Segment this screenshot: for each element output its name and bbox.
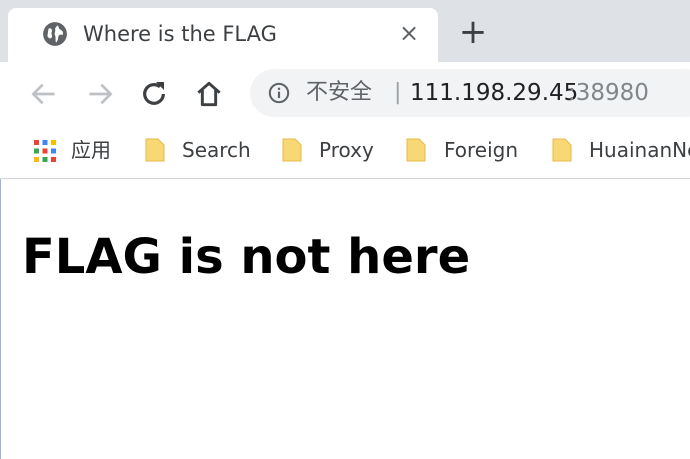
folder-icon [552, 138, 572, 162]
security-label: 不安全 [306, 80, 373, 105]
folder-icon [406, 138, 426, 162]
forward-icon[interactable] [84, 78, 116, 110]
page-heading: FLAG is not here [22, 229, 471, 285]
bookmark-label: Proxy [319, 138, 374, 162]
tab-title: Where is the FLAG [83, 22, 277, 46]
toolbar: 不安全 | 111.198.29.45 :38980 [0, 62, 690, 124]
active-tab[interactable]: Where is the FLAG × [8, 8, 438, 62]
folder-icon [282, 138, 302, 162]
globe-icon [43, 22, 67, 46]
home-icon[interactable] [193, 78, 225, 110]
tab-strip: Where is the FLAG × + [0, 0, 690, 62]
browser-window: Where is the FLAG × + 不安全 | 111.198.29.4… [0, 0, 690, 459]
tab-close-icon[interactable]: × [394, 18, 424, 48]
bookmarks-bar: 应用 Search Proxy Foreign HuainanNe [0, 124, 690, 179]
address-bar[interactable]: 不安全 | 111.198.29.45 :38980 [250, 69, 690, 117]
bookmark-proxy[interactable]: Proxy [280, 136, 390, 164]
bookmark-label: Search [182, 138, 251, 162]
back-icon[interactable] [28, 78, 60, 110]
apps-grid-icon [34, 140, 56, 162]
bookmark-search[interactable]: Search [143, 136, 263, 164]
bookmark-label: Foreign [444, 138, 519, 162]
bookmark-apps[interactable]: 应用 [33, 136, 123, 164]
info-icon[interactable] [268, 82, 290, 104]
new-tab-button[interactable]: + [456, 15, 490, 49]
url-host: 111.198.29.45 [410, 80, 579, 106]
bookmark-huainan[interactable]: HuainanNe [550, 136, 690, 164]
url-port: :38980 [568, 80, 649, 106]
bookmark-label: HuainanNe [589, 138, 690, 162]
bookmark-foreign[interactable]: Foreign [404, 136, 534, 164]
folder-icon [145, 138, 165, 162]
page-content: FLAG is not here [0, 179, 690, 459]
reload-icon[interactable] [138, 78, 170, 110]
url-separator: | [394, 80, 402, 105]
apps-label: 应用 [71, 138, 111, 162]
